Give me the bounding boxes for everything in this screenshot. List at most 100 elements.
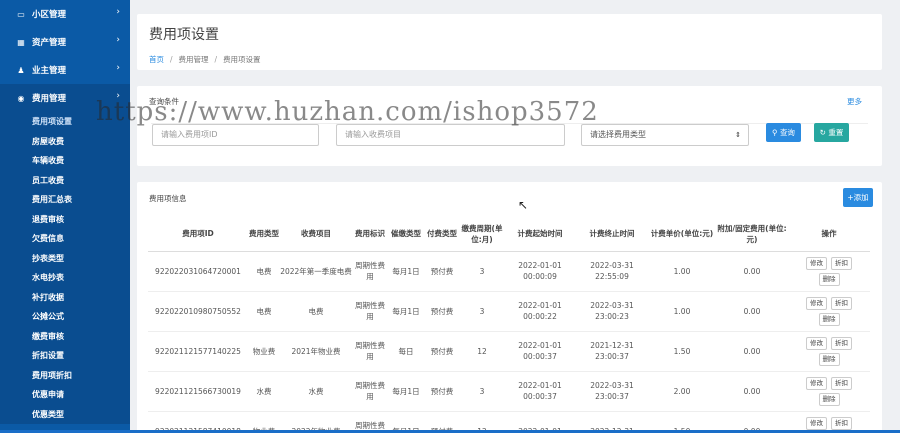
table-cell: 2022-03-31 23:00:23: [576, 291, 648, 332]
grid-icon: ▦: [17, 37, 25, 47]
column-header: 缴费周期(单位:月): [460, 217, 504, 252]
table-cell: 物业费: [248, 331, 280, 372]
chevron-right-icon: ›: [116, 7, 120, 17]
fee-type-select-label: 请选择费用类型: [590, 130, 646, 139]
table-cell: 2022-03-31 22:55:09: [576, 251, 648, 292]
sidebar-menus: ▭ 小区管理 › ▦ 资产管理 › ♟ 业主管理 › ◉ 费用管理 ›: [0, 0, 130, 112]
column-header: 计费起始时间: [504, 217, 576, 252]
sidebar-subitem[interactable]: 优惠申请: [0, 385, 130, 405]
sidebar-subitem[interactable]: 员工收费: [0, 171, 130, 191]
delete-button[interactable]: 删除: [818, 272, 840, 286]
actions-cell: 修改折扣删除: [788, 291, 870, 332]
table-cell: 周期性费用: [352, 291, 388, 332]
sidebar-subitem[interactable]: 水电抄表: [0, 268, 130, 288]
sidebar-subitem[interactable]: 费用汇总表: [0, 190, 130, 210]
table-cell: 每月1日: [388, 251, 424, 292]
fee-id-input[interactable]: 请输入费用项ID: [152, 124, 319, 146]
query-button[interactable]: ⚲ 查询: [766, 123, 801, 142]
table-cell: 2021年物业费: [280, 331, 352, 372]
breadcrumb-home-link[interactable]: 首页: [149, 55, 164, 64]
table-cell: 预付费: [424, 331, 460, 372]
chevron-right-icon: ›: [116, 91, 120, 101]
table-row: 922021121577140225 物业费 2021年物业费 周期性费用 每日 预付费 1…: [148, 331, 870, 372]
sidebar-menu-item[interactable]: ♟ 业主管理 ›: [0, 56, 130, 84]
table-cell: 2022-01-01 00:00:37: [504, 331, 576, 372]
table-cell: 2021-12-31 23:00:37: [576, 331, 648, 372]
select-caret-icon: ⇕: [735, 131, 741, 139]
discount-button[interactable]: 折扣: [831, 296, 852, 310]
sidebar-subitem[interactable]: 车辆收费: [0, 151, 130, 171]
table-cell: 1.00: [648, 251, 716, 292]
column-header: 费用标识: [352, 217, 388, 252]
sidebar-menu-item[interactable]: ◉ 费用管理 ›: [0, 84, 130, 112]
edit-button[interactable]: 修改: [806, 296, 827, 310]
charge-item-input[interactable]: 请输入收费项目: [336, 124, 565, 146]
breadcrumb-separator: /: [170, 55, 173, 64]
sidebar-subitem[interactable]: 抄表类型: [0, 249, 130, 269]
delete-button[interactable]: 删除: [818, 312, 840, 326]
chevron-right-icon: ›: [116, 63, 120, 73]
sidebar-subitem[interactable]: 房屋收费: [0, 132, 130, 152]
table-cell: 周期性费用: [352, 371, 388, 412]
delete-button[interactable]: 删除: [818, 352, 840, 366]
query-title: 查询条件: [149, 97, 179, 106]
column-header: 附加/固定费用(单位:元): [716, 217, 788, 252]
table-cell: 3: [460, 251, 504, 292]
discount-button[interactable]: 折扣: [831, 336, 852, 350]
breadcrumb-current: 费用项设置: [223, 55, 261, 64]
sidebar-subitem[interactable]: 欠费信息: [0, 229, 130, 249]
fee-table: 费用项ID 费用类型 收费项目 费用标识 催缴类型 付费类型 缴费周期(单位:月) 计费起始时…: [148, 217, 870, 433]
table-cell: 周期性费用: [352, 331, 388, 372]
row-actions: 修改折扣删除: [803, 296, 855, 326]
table-cell: 2022-03-31 23:00:37: [576, 371, 648, 412]
sidebar-subitem[interactable]: 退费审核: [0, 210, 130, 230]
column-header: 计费终止时间: [576, 217, 648, 252]
add-button[interactable]: +添加: [843, 188, 873, 207]
edit-button[interactable]: 修改: [806, 376, 827, 390]
discount-button[interactable]: 折扣: [831, 416, 852, 430]
more-link[interactable]: 更多: [847, 96, 862, 107]
edit-button[interactable]: 修改: [806, 336, 827, 350]
table-cell: 922022031064720001: [148, 251, 248, 292]
column-header: 费用项ID: [148, 217, 248, 252]
page-title: 费用项设置: [149, 27, 219, 43]
globe-icon: ◉: [17, 93, 25, 103]
actions-cell: 修改折扣删除: [788, 371, 870, 412]
reset-button-label: 重置: [828, 128, 844, 137]
reset-button[interactable]: ↻ 重置: [814, 123, 849, 142]
table-row: 922021121566730019 水费 水费 周期性费用 每月1日 预付费 3 2022-…: [148, 371, 870, 412]
column-header: 操作: [788, 217, 870, 252]
column-header: 付费类型: [424, 217, 460, 252]
edit-button[interactable]: 修改: [806, 256, 827, 270]
table-cell: 922022010980750552: [148, 291, 248, 332]
table-cell: 2022-01-01 00:00:09: [504, 251, 576, 292]
sidebar-menu-item[interactable]: ▭ 小区管理 ›: [0, 0, 130, 28]
sidebar-subitem[interactable]: 费用项折扣: [0, 366, 130, 386]
sidebar-subitem[interactable]: 补打收据: [0, 288, 130, 308]
actions-cell: 修改折扣删除: [788, 251, 870, 292]
page-header: 费用项设置 首页 / 费用管理 / 费用项设置: [137, 14, 882, 70]
column-header: 催缴类型: [388, 217, 424, 252]
delete-button[interactable]: 删除: [818, 392, 840, 406]
table-row: 922022010980750552 电费 电费 周期性费用 每月1日 预付费 3 2022-…: [148, 291, 870, 332]
table-cell: 水费: [280, 371, 352, 412]
sidebar-subitem[interactable]: 优惠类型: [0, 405, 130, 425]
fee-type-select[interactable]: 请选择费用类型 ⇕: [581, 124, 749, 146]
table-cell: 0.00: [716, 331, 788, 372]
table-cell: 1.00: [648, 291, 716, 332]
discount-button[interactable]: 折扣: [831, 376, 852, 390]
sidebar-subitem[interactable]: 缴费审核: [0, 327, 130, 347]
sidebar-subitem[interactable]: 折扣设置: [0, 346, 130, 366]
sidebar-subitem[interactable]: 费用项设置: [0, 112, 130, 132]
breadcrumb-fee-management[interactable]: 费用管理: [179, 55, 209, 64]
sidebar-subitem[interactable]: 公摊公式: [0, 307, 130, 327]
edit-button[interactable]: 修改: [806, 416, 827, 430]
list-title: 费用项信息: [149, 194, 187, 203]
breadcrumb-separator: /: [214, 55, 218, 64]
table-cell: 预付费: [424, 291, 460, 332]
discount-button[interactable]: 折扣: [831, 256, 852, 270]
table-cell: 2.00: [648, 371, 716, 412]
table-cell: 922021121577140225: [148, 331, 248, 372]
sidebar-menu-item[interactable]: ▦ 资产管理 ›: [0, 28, 130, 56]
query-button-label: 查询: [779, 128, 795, 137]
